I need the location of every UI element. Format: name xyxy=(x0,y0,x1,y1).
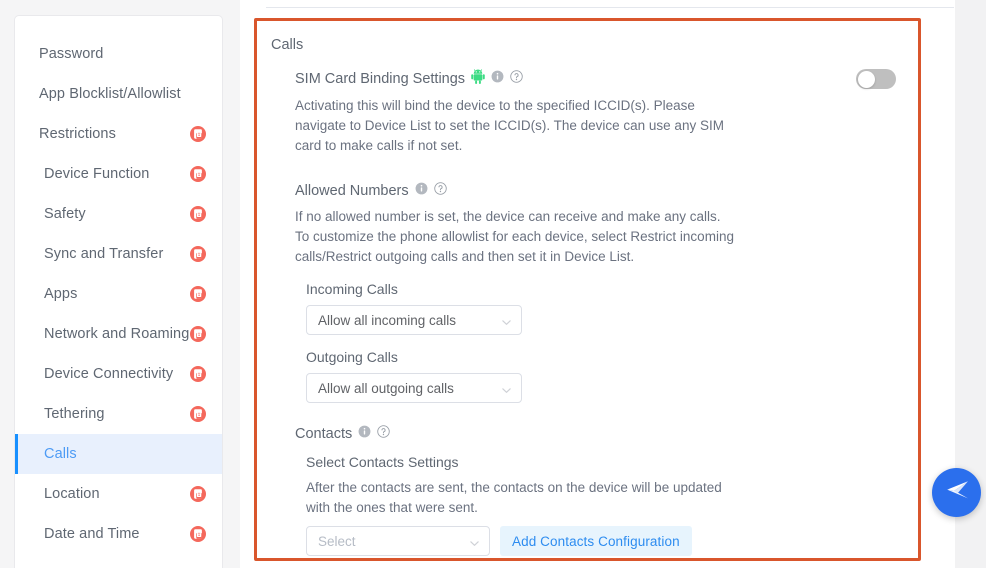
sim-card-binding-section: SIM Card Binding Settings Activating thi… xyxy=(295,69,904,156)
incoming-calls-label: Incoming Calls xyxy=(306,281,398,297)
locked-icon xyxy=(190,526,206,542)
sidebar-nav-list: Password App Blocklist/Allowlist Restricti… xyxy=(15,16,222,554)
contacts-section: Contacts Select Contacts Settings After … xyxy=(295,425,904,556)
sidebar-item-label: Sync and Transfer xyxy=(44,246,164,262)
locked-icon xyxy=(190,526,206,542)
locked-icon xyxy=(190,486,206,502)
outgoing-calls-value: Allow all outgoing calls xyxy=(318,380,454,396)
send-arrow-icon xyxy=(944,479,970,506)
contacts-config-value: Select xyxy=(318,533,356,549)
sidebar-item-label: Device Function xyxy=(44,166,150,182)
sidebar-item-network-and-roaming[interactable]: Network and Roaming xyxy=(15,314,222,354)
locked-icon xyxy=(190,166,206,182)
sidebar-item-label: App Blocklist/Allowlist xyxy=(39,86,181,102)
sidebar-item-label: Apps xyxy=(44,286,78,302)
toggle-knob xyxy=(857,70,875,88)
locked-icon xyxy=(190,366,206,382)
sidebar-item-label: Location xyxy=(44,486,100,502)
locked-icon xyxy=(190,246,206,262)
locked-icon xyxy=(190,326,206,342)
sim-binding-toggle[interactable] xyxy=(856,69,896,89)
contacts-config-select[interactable]: Select xyxy=(306,526,490,556)
calls-panel-content: Calls SIM Card Binding Settings Activati… xyxy=(257,21,918,556)
send-fab-button[interactable] xyxy=(932,468,981,517)
settings-sidebar: Password App Blocklist/Allowlist Restricti… xyxy=(14,15,223,568)
outgoing-calls-group: Outgoing Calls Allow all outgoing calls xyxy=(306,349,904,403)
locked-icon xyxy=(190,286,206,302)
chevron-down-icon xyxy=(501,315,512,326)
outgoing-calls-label: Outgoing Calls xyxy=(306,349,398,365)
info-icon[interactable] xyxy=(415,182,428,199)
app-root: Password App Blocklist/Allowlist Restricti… xyxy=(0,0,986,568)
page-title: Calls xyxy=(271,37,304,53)
locked-icon xyxy=(190,166,206,182)
sidebar-item-date-and-time[interactable]: Date and Time xyxy=(15,514,222,554)
contacts-label: Contacts xyxy=(295,425,353,442)
sidebar-item-sync-and-transfer[interactable]: Sync and Transfer xyxy=(15,234,222,274)
sidebar-item-safety[interactable]: Safety xyxy=(15,194,222,234)
sidebar-item-label: Calls xyxy=(44,446,77,462)
locked-icon xyxy=(190,406,206,422)
contacts-controls-row: Select Add Contacts Configuration xyxy=(306,526,904,556)
select-contacts-settings-group: Select Contacts Settings After the conta… xyxy=(306,454,904,556)
select-contacts-settings-label: Select Contacts Settings xyxy=(306,454,459,470)
allowed-numbers-description: If no allowed number is set, the device … xyxy=(295,209,734,264)
sidebar-item-device-function[interactable]: Device Function xyxy=(15,154,222,194)
sidebar-item-label: Device Connectivity xyxy=(44,366,174,382)
sidebar-item-device-connectivity[interactable]: Device Connectivity xyxy=(15,354,222,394)
sim-binding-description: Activating this will bind the device to … xyxy=(295,98,724,153)
sidebar-item-apps[interactable]: Apps xyxy=(15,274,222,314)
sim-binding-header: SIM Card Binding Settings xyxy=(295,69,904,88)
incoming-calls-select[interactable]: Allow all incoming calls xyxy=(306,305,522,335)
locked-icon xyxy=(190,286,206,302)
content-gutter xyxy=(240,0,254,568)
incoming-calls-group: Incoming Calls Allow all incoming calls xyxy=(306,281,904,335)
locked-icon xyxy=(190,486,206,502)
locked-icon xyxy=(190,206,206,222)
content-top-divider xyxy=(266,7,954,8)
locked-icon xyxy=(190,366,206,382)
help-icon[interactable] xyxy=(510,70,523,87)
sidebar-item-label: Restrictions xyxy=(39,126,116,142)
sidebar-item-label: Safety xyxy=(44,206,86,222)
locked-icon xyxy=(190,206,206,222)
allowed-numbers-header: Allowed Numbers xyxy=(295,182,904,199)
chevron-down-icon xyxy=(501,383,512,394)
sidebar-item-tethering[interactable]: Tethering xyxy=(15,394,222,434)
sidebar-item-label: Password xyxy=(39,46,104,62)
locked-icon xyxy=(190,126,206,142)
calls-settings-panel: Calls SIM Card Binding Settings Activati… xyxy=(254,18,921,561)
contacts-description: After the contacts are sent, the contact… xyxy=(306,480,722,515)
sidebar-item-password[interactable]: Password xyxy=(15,34,222,74)
locked-icon xyxy=(190,326,206,342)
sidebar-item-app-blocklist-allowlist[interactable]: App Blocklist/Allowlist xyxy=(15,74,222,114)
sim-binding-label: SIM Card Binding Settings xyxy=(295,70,466,87)
locked-icon xyxy=(190,126,206,142)
sidebar-item-label: Tethering xyxy=(44,406,105,422)
allowed-numbers-label: Allowed Numbers xyxy=(295,182,409,199)
help-icon[interactable] xyxy=(377,425,390,442)
incoming-calls-value: Allow all incoming calls xyxy=(318,312,457,328)
info-icon[interactable] xyxy=(491,70,504,87)
sidebar-item-location[interactable]: Location xyxy=(15,474,222,514)
help-icon[interactable] xyxy=(433,182,447,199)
locked-icon xyxy=(190,406,206,422)
sidebar-item-label: Date and Time xyxy=(44,526,140,542)
add-contacts-configuration-button[interactable]: Add Contacts Configuration xyxy=(500,526,692,556)
info-icon[interactable] xyxy=(358,425,371,442)
contacts-header: Contacts xyxy=(295,425,904,442)
locked-icon xyxy=(190,246,206,262)
android-icon xyxy=(471,69,485,88)
sidebar-item-calls[interactable]: Calls xyxy=(15,434,222,474)
sidebar-item-restrictions[interactable]: Restrictions xyxy=(15,114,222,154)
chevron-down-icon xyxy=(469,536,480,547)
outgoing-calls-select[interactable]: Allow all outgoing calls xyxy=(306,373,522,403)
sidebar-item-label: Network and Roaming xyxy=(44,326,190,342)
allowed-numbers-section: Allowed Numbers If no allowed number is … xyxy=(295,182,904,403)
